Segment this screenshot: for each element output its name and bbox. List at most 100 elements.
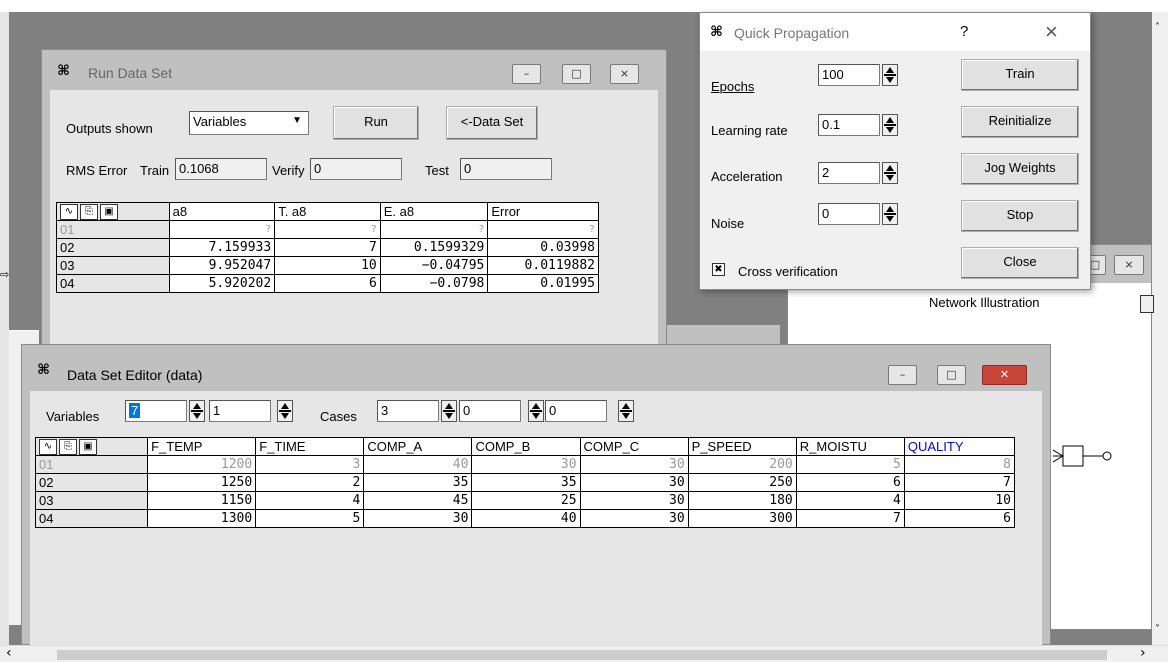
table-cell[interactable]: 1250 <box>147 473 257 492</box>
table-cell[interactable]: 45 <box>363 491 473 510</box>
column-header[interactable]: F_TIME <box>255 437 365 456</box>
noise-spinner[interactable] <box>882 203 898 225</box>
column-header[interactable]: P_SPEED <box>687 437 797 456</box>
table-cell[interactable]: 4 <box>255 491 365 510</box>
outputs-shown-select[interactable]: Variables ▼ <box>189 111 309 135</box>
table-cell[interactable]: 2 <box>255 473 365 492</box>
table-cell[interactable]: 3 <box>255 455 365 474</box>
column-header[interactable]: COMP_A <box>363 437 473 456</box>
table-cell[interactable]: 6 <box>903 509 1016 528</box>
table-row[interactable]: 03 9.952047 10 −0.04795 0.0119882 <box>56 256 599 275</box>
chart-icon[interactable]: ∿ <box>60 203 78 220</box>
vertical-scrollbar[interactable]: ˄ ˅ <box>1152 12 1168 645</box>
copy-icon[interactable]: ⎘ <box>59 438 77 455</box>
column-header[interactable]: R_MOISTU <box>795 437 905 456</box>
variables-second-input[interactable]: 1 <box>209 400 271 422</box>
save-icon[interactable]: ▣ <box>79 438 97 455</box>
run-window-titlebar[interactable]: ⌘ Run Data Set – □ ⨯ <box>42 50 666 90</box>
epochs-input[interactable]: 100 <box>818 64 880 86</box>
reinitialize-button[interactable]: Reinitialize <box>961 106 1079 138</box>
close-button[interactable]: ✕ <box>982 365 1027 385</box>
scroll-up-icon[interactable]: ˄ <box>1155 22 1160 33</box>
table-cell[interactable]: ? <box>168 220 276 239</box>
table-row[interactable]: 02 1250 2 35 35 30 250 6 7 <box>34 473 1016 492</box>
output-column-header[interactable]: QUALITY <box>903 437 1016 456</box>
column-header[interactable]: E. a8 <box>379 202 489 221</box>
learning-rate-spinner[interactable] <box>882 114 898 136</box>
table-cell[interactable]: 200 <box>687 455 797 474</box>
table-cell[interactable]: 30 <box>579 491 689 510</box>
acceleration-input[interactable]: 2 <box>818 162 880 184</box>
table-cell[interactable]: 0.03998 <box>487 238 599 257</box>
table-cell[interactable]: 0.1599329 <box>379 238 489 257</box>
acceleration-spinner[interactable] <box>882 162 898 184</box>
table-row[interactable]: 03 1150 4 45 25 30 180 4 10 <box>34 491 1016 510</box>
table-cell[interactable]: −0.0798 <box>379 274 489 293</box>
table-cell[interactable]: 7.159933 <box>168 238 276 257</box>
close-button[interactable]: ⨯ <box>610 64 639 84</box>
table-cell[interactable]: 35 <box>471 473 581 492</box>
data-set-button[interactable]: <-Data Set <box>446 106 538 140</box>
minimize-button[interactable]: – <box>512 64 541 84</box>
column-header[interactable]: COMP_C <box>579 437 689 456</box>
chart-icon[interactable]: ∿ <box>39 438 57 455</box>
table-cell[interactable]: 0.01995 <box>487 274 599 293</box>
column-header[interactable]: F_TEMP <box>147 437 257 456</box>
table-cell[interactable]: 4 <box>795 491 905 510</box>
table-cell[interactable]: 180 <box>687 491 797 510</box>
horizontal-scrollbar[interactable]: ‹ › <box>0 645 1168 662</box>
table-cell[interactable]: 10 <box>274 256 381 275</box>
table-cell[interactable]: 10 <box>903 491 1016 510</box>
table-cell[interactable]: 300 <box>687 509 797 528</box>
cases-second-spinner[interactable] <box>528 400 544 422</box>
column-header[interactable]: T. a8 <box>274 202 381 221</box>
table-cell[interactable]: 30 <box>579 509 689 528</box>
table-cell[interactable]: 0.0119882 <box>487 256 599 275</box>
scroll-left-icon[interactable]: ‹ <box>6 645 12 661</box>
table-cell[interactable]: 40 <box>471 509 581 528</box>
table-cell[interactable]: 35 <box>363 473 473 492</box>
table-cell[interactable]: 5.920202 <box>168 274 276 293</box>
cases-input[interactable]: 3 <box>377 400 439 422</box>
save-icon[interactable]: ▣ <box>100 203 118 220</box>
table-cell[interactable]: 30 <box>471 455 581 474</box>
table-row[interactable]: 04 1300 5 30 40 30 300 7 6 <box>34 509 1016 528</box>
jog-weights-button[interactable]: Jog Weights <box>961 153 1079 185</box>
table-row[interactable]: 02 7.159933 7 0.1599329 0.03998 <box>56 238 599 257</box>
cases-third-spinner[interactable] <box>618 400 634 422</box>
table-cell[interactable]: 40 <box>363 455 473 474</box>
table-cell[interactable]: 7 <box>274 238 381 257</box>
cross-verification-checkbox[interactable]: ✖ <box>712 263 725 276</box>
maximize-button[interactable]: □ <box>562 64 591 84</box>
close-button[interactable]: ⨯ <box>1114 255 1144 275</box>
minimize-button[interactable]: – <box>888 365 917 385</box>
table-row[interactable]: 01 ? ? ? ? <box>56 220 599 239</box>
learning-rate-input[interactable]: 0.1 <box>818 114 880 136</box>
table-cell[interactable]: ? <box>487 220 599 239</box>
cases-second-input[interactable]: 0 <box>459 400 521 422</box>
table-cell[interactable]: 250 <box>687 473 797 492</box>
table-cell[interactable]: 6 <box>795 473 905 492</box>
table-row[interactable]: 01 1200 3 40 30 30 200 5 8 <box>34 455 1016 474</box>
table-cell[interactable]: 9.952047 <box>168 256 276 275</box>
column-header[interactable]: Error <box>487 202 599 221</box>
variables-second-spinner[interactable] <box>277 400 293 422</box>
scroll-right-icon[interactable]: › <box>1140 645 1146 661</box>
qp-titlebar[interactable]: ⌘ Quick Propagation ? × <box>700 13 1090 51</box>
table-cell[interactable]: 30 <box>579 473 689 492</box>
stop-button[interactable]: Stop <box>961 200 1079 232</box>
table-cell[interactable]: 8 <box>903 455 1016 474</box>
variables-input[interactable]: 7 <box>125 400 187 422</box>
table-cell[interactable]: 6 <box>274 274 381 293</box>
run-button[interactable]: Run <box>333 106 419 140</box>
table-cell[interactable]: 5 <box>255 509 365 528</box>
table-cell[interactable]: 7 <box>795 509 905 528</box>
close-button[interactable]: × <box>1045 19 1058 45</box>
table-cell[interactable]: 30 <box>579 455 689 474</box>
copy-icon[interactable]: ⎘ <box>80 203 98 220</box>
close-dialog-button[interactable]: Close <box>961 247 1079 279</box>
table-cell[interactable]: 1150 <box>147 491 257 510</box>
help-button[interactable]: ? <box>960 23 968 40</box>
table-cell[interactable]: 1300 <box>147 509 257 528</box>
table-cell[interactable]: −0.04795 <box>379 256 489 275</box>
